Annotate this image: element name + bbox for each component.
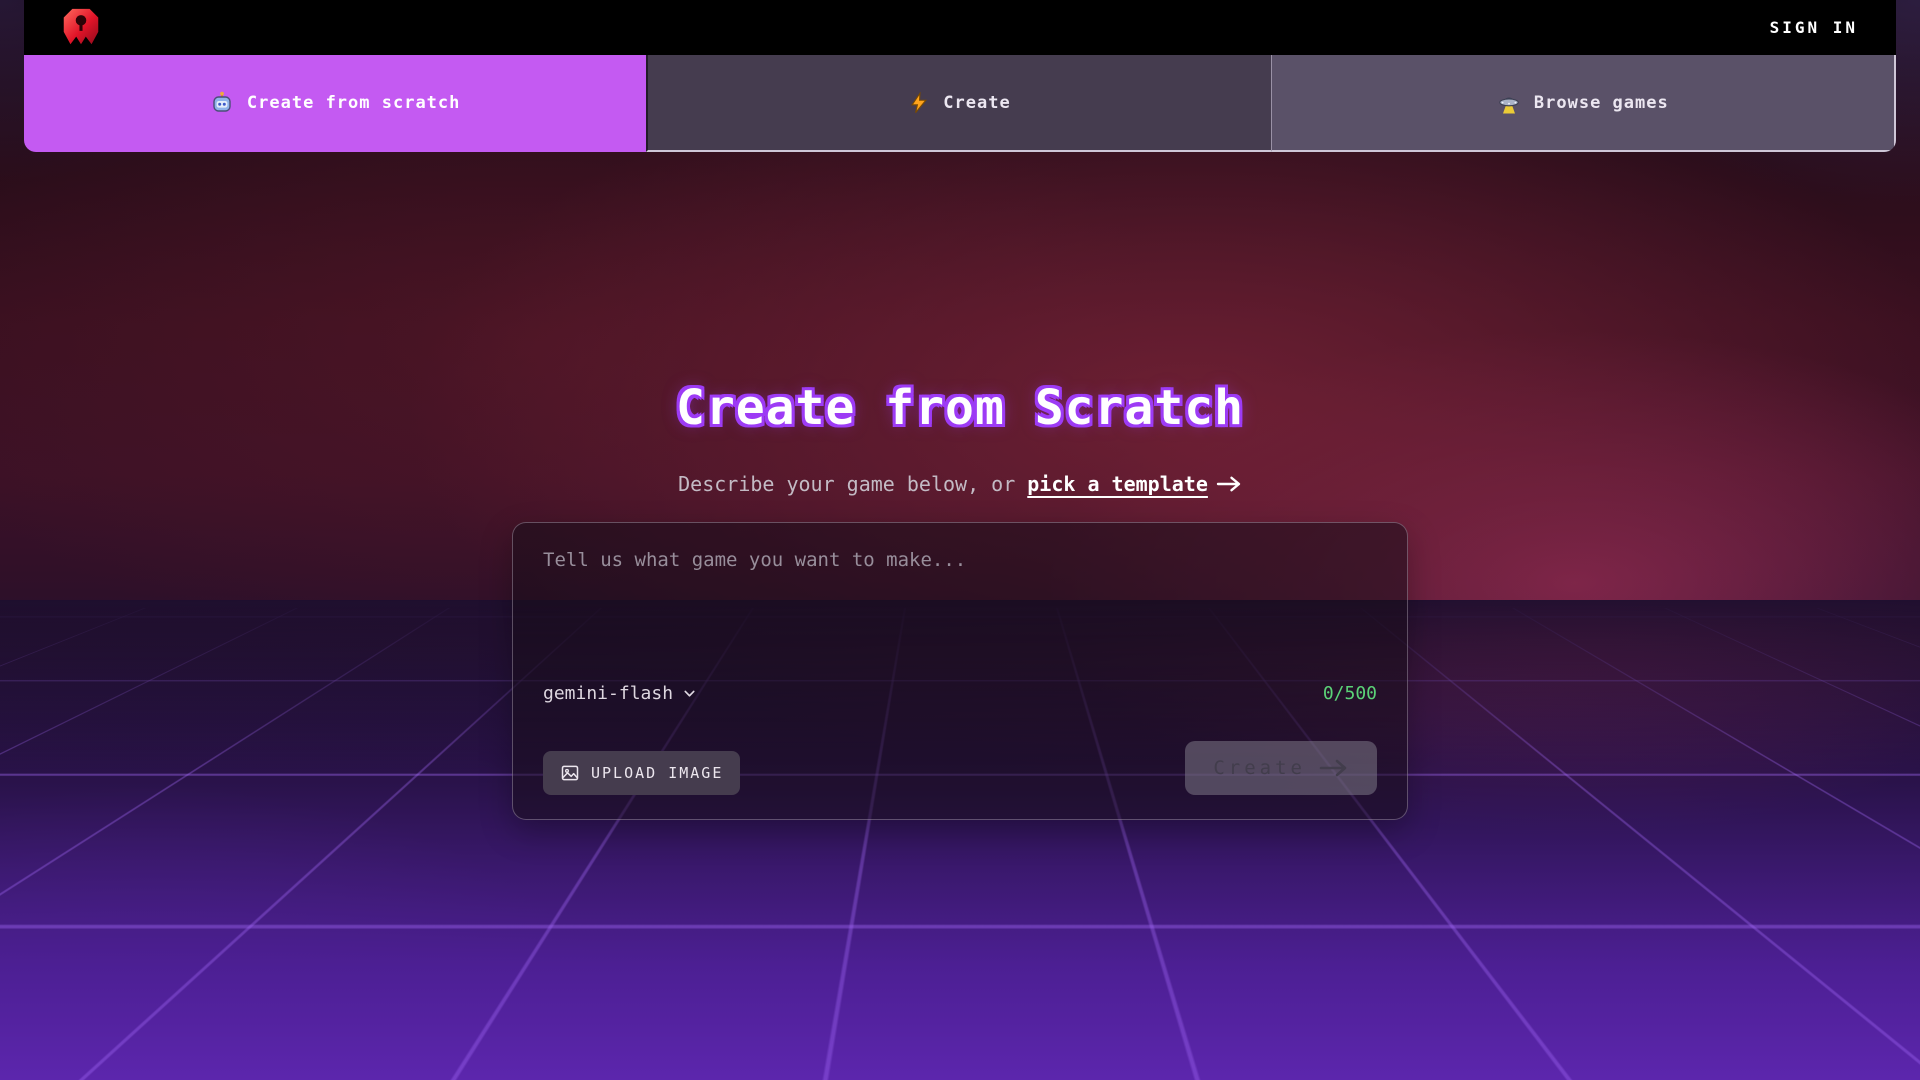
model-row: gemini-flash 0/500 [513,671,1407,715]
pick-a-template-link[interactable]: pick a template [1027,472,1208,496]
prompt-textarea[interactable] [513,523,1407,671]
tab-label: Create from scratch [247,93,460,113]
page-title: Create from Scratch [676,380,1244,436]
robot-icon [210,91,234,115]
tab-browse-games[interactable]: Browse games [1271,55,1896,152]
arrow-right-icon [1216,475,1242,493]
lightning-icon [908,92,930,114]
top-bar: SIGN IN [24,0,1896,55]
model-select[interactable]: gemini-flash [543,683,697,704]
subtitle-text: Describe your game below, or [678,472,1015,496]
red-gem-logo-icon[interactable] [58,5,104,51]
upload-image-label: UPLOAD IMAGE [591,764,723,782]
tab-create-from-scratch[interactable]: Create from scratch [24,55,646,152]
hero-section: Create from Scratch Describe your game b… [24,152,1896,820]
image-icon [560,763,580,783]
sign-in-button[interactable]: SIGN IN [1770,18,1858,37]
ufo-icon [1497,91,1521,115]
tab-label: Browse games [1534,93,1669,113]
tab-bar: Create from scratch Create Browse games [24,55,1896,152]
subtitle: Describe your game below, or pick a temp… [678,472,1242,496]
page-container: SIGN IN Create from scratch Create [24,0,1896,820]
tab-create[interactable]: Create [646,55,1270,152]
char-counter: 0/500 [1323,683,1377,704]
chevron-down-icon [682,686,697,701]
arrow-right-icon [1319,758,1349,778]
composer-card: gemini-flash 0/500 UPLOAD IMAGE [512,522,1408,820]
create-button-label: Create [1213,757,1306,779]
create-button[interactable]: Create [1185,741,1377,795]
upload-image-button[interactable]: UPLOAD IMAGE [543,751,740,795]
tab-label: Create [943,93,1010,113]
composer-actions: UPLOAD IMAGE Create [513,741,1407,819]
model-select-value: gemini-flash [543,683,673,704]
